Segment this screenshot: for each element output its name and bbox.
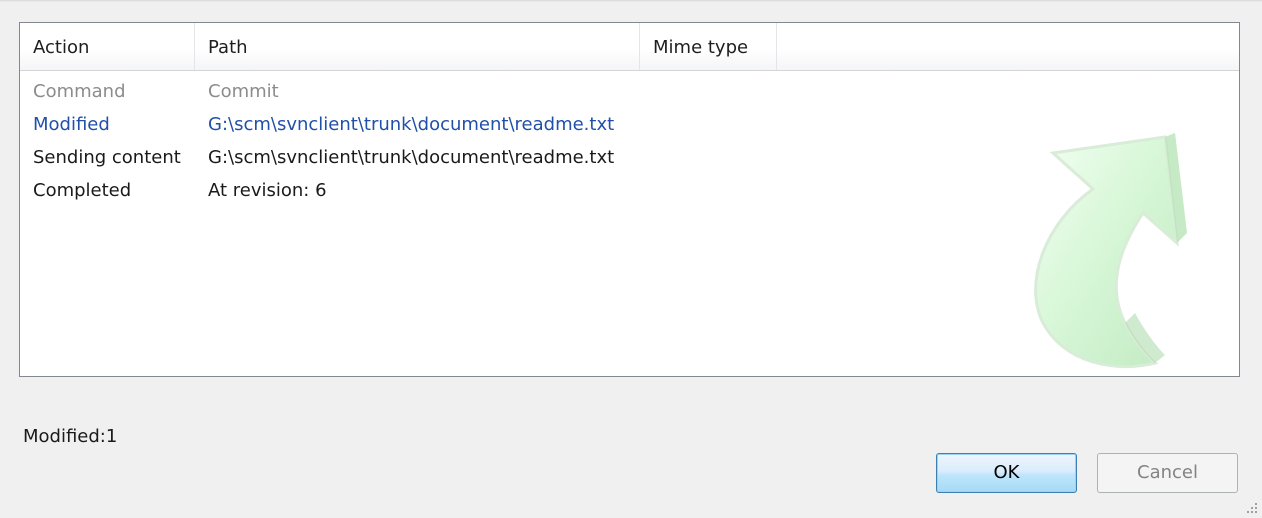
column-header-action[interactable]: Action — [20, 23, 195, 70]
cancel-button[interactable]: Cancel — [1097, 453, 1238, 493]
status-modified-count: Modified:1 — [23, 426, 118, 447]
row-path: Commit — [208, 81, 279, 102]
column-header-mime-type[interactable]: Mime type — [640, 23, 777, 70]
row-action: Command — [33, 81, 126, 102]
row-path: At revision: 6 — [208, 180, 327, 201]
row-action: Completed — [33, 180, 132, 201]
green-curved-arrow-icon — [1034, 133, 1187, 369]
list-header: Action Path Mime type — [20, 23, 1239, 71]
row-action: Modified — [33, 114, 110, 135]
resize-grip-icon[interactable] — [1244, 500, 1258, 514]
list-row-command[interactable]: Command Commit — [20, 75, 1239, 108]
row-action: Sending content — [33, 147, 181, 168]
row-path: G:\scm\svnclient\trunk\document\readme.t… — [208, 114, 615, 135]
commit-log-list[interactable]: Action Path Mime type Command Commit Mod… — [19, 22, 1240, 377]
window-top-edge — [0, 0, 1262, 2]
column-header-path[interactable]: Path — [195, 23, 640, 70]
ok-button[interactable]: OK — [936, 453, 1077, 493]
row-path: G:\scm\svnclient\trunk\document\readme.t… — [208, 147, 615, 168]
